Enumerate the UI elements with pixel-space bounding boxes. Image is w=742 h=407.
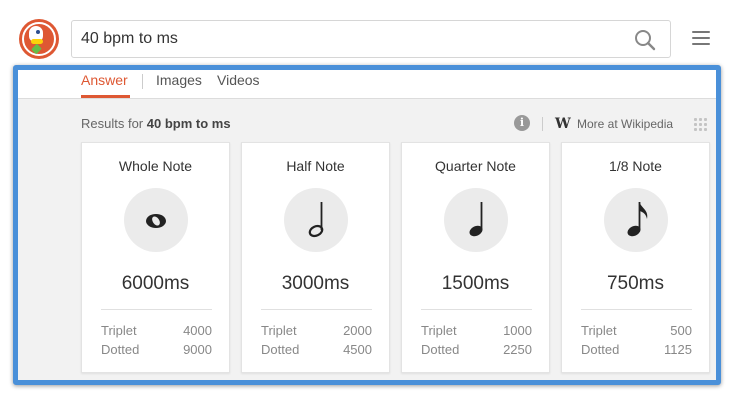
triplet-row: Triplet 4000 xyxy=(101,323,212,338)
dotted-value: 9000 xyxy=(183,342,212,357)
results-prefix: Results for xyxy=(81,116,144,131)
page: Answer Images Videos Results for 40 bpm … xyxy=(0,0,742,407)
triplet-row: Triplet 2000 xyxy=(261,323,372,338)
dotted-value: 2250 xyxy=(503,342,532,357)
hamburger-menu-icon[interactable] xyxy=(692,31,710,47)
triplet-label: Triplet xyxy=(581,323,617,338)
dotted-row: Dotted 4500 xyxy=(261,342,372,357)
logo-duck-eye xyxy=(36,30,40,34)
dotted-label: Dotted xyxy=(261,342,300,357)
tab-bar: Answer Images Videos xyxy=(18,70,716,99)
card-divider xyxy=(581,309,692,310)
triplet-label: Triplet xyxy=(101,323,137,338)
info-icon[interactable]: i xyxy=(514,115,530,131)
quarter-note-icon xyxy=(444,188,508,252)
meta-divider xyxy=(542,117,543,131)
triplet-row: Triplet 1000 xyxy=(421,323,532,338)
half-note-icon xyxy=(284,188,348,252)
dotted-row: Dotted 9000 xyxy=(101,342,212,357)
note-card-half[interactable]: Half Note 3000ms Triplet 2000 Dotted 450… xyxy=(241,142,390,373)
results-query: 40 bpm to ms xyxy=(146,116,231,131)
triplet-value: 1000 xyxy=(503,323,532,338)
dotted-label: Dotted xyxy=(101,342,140,357)
note-title: Half Note xyxy=(286,158,345,174)
card-divider xyxy=(421,309,532,310)
triplet-value: 4000 xyxy=(183,323,212,338)
wikipedia-link[interactable]: More at Wikipedia xyxy=(577,117,673,131)
triplet-label: Triplet xyxy=(261,323,297,338)
note-duration-ms: 6000ms xyxy=(121,273,190,294)
note-card-eighth[interactable]: 1/8 Note 750ms Triplet 500 Dotted 1125 xyxy=(561,142,710,373)
note-duration-ms: 3000ms xyxy=(281,273,350,294)
results-for-label: Results for 40 bpm to ms xyxy=(81,116,231,131)
tab-videos[interactable]: Videos xyxy=(217,72,260,88)
tab-images[interactable]: Images xyxy=(156,72,202,88)
card-divider xyxy=(261,309,372,310)
note-duration-ms: 750ms xyxy=(606,273,665,294)
dotted-row: Dotted 2250 xyxy=(421,342,532,357)
whole-note-icon xyxy=(124,188,188,252)
active-tab-indicator xyxy=(81,95,130,98)
note-card-whole[interactable]: Whole Note 6000ms Triplet 4000 Dotted 90… xyxy=(81,142,230,373)
note-title: Whole Note xyxy=(118,158,193,174)
tab-answer[interactable]: Answer xyxy=(81,72,128,88)
note-card-quarter[interactable]: Quarter Note 1500ms Triplet 1000 Dotted … xyxy=(401,142,550,373)
note-title: Quarter Note xyxy=(435,158,516,174)
triplet-value: 2000 xyxy=(343,323,372,338)
search-icon[interactable] xyxy=(634,29,656,51)
dotted-row: Dotted 1125 xyxy=(581,342,692,357)
dotted-value: 4500 xyxy=(343,342,372,357)
search-box xyxy=(71,20,671,58)
answer-panel: Answer Images Videos Results for 40 bpm … xyxy=(13,65,721,385)
wikipedia-icon[interactable]: W xyxy=(555,116,571,132)
note-title: 1/8 Note xyxy=(609,158,662,174)
note-duration-ms: 1500ms xyxy=(441,273,510,294)
grid-icon[interactable] xyxy=(694,118,708,132)
eighth-note-icon xyxy=(604,188,668,252)
duckduckgo-logo[interactable] xyxy=(19,19,59,59)
dotted-label: Dotted xyxy=(581,342,620,357)
triplet-value: 500 xyxy=(670,323,692,338)
tab-divider xyxy=(142,74,143,89)
search-input[interactable] xyxy=(72,21,622,57)
card-divider xyxy=(101,309,212,310)
triplet-label: Triplet xyxy=(421,323,457,338)
triplet-row: Triplet 500 xyxy=(581,323,692,338)
dotted-label: Dotted xyxy=(421,342,460,357)
dotted-value: 1125 xyxy=(664,342,692,357)
